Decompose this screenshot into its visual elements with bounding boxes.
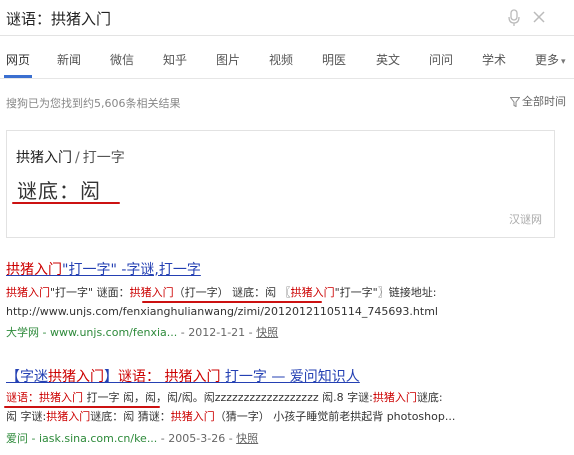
filter-icon [509,97,521,108]
tab-more[interactable]: 更多 ▾ [535,51,566,68]
time-filter-label: 全部时间 [522,95,566,108]
tab-web[interactable]: 网页 [6,51,30,68]
snippet-text: （打一字） 谜底：闳 〖 [173,286,291,299]
result-site: 大学网 - www.unjs.com/fenxia... [6,326,178,339]
snippet-highlight: 拱猪入门 [46,410,91,423]
tab-zhihu[interactable]: 知乎 [163,51,187,68]
snippet-highlight: 拱猪入门 [170,410,215,423]
snippet-highlight: 拱猪入门 [129,286,174,299]
result-title-2[interactable]: 【字迷拱猪入门】谜语： 拱猪入门 打一字 — 爱问知识人 [6,366,360,386]
snippet-text: "打一字" 谜面： [50,286,130,299]
result-url-1[interactable]: 大学网 - www.unjs.com/fenxia... - 2012-1-21… [6,324,278,340]
result-snippet-2: 谜语：拱猪入门 打一字 闳，闳，闳/闳。闳zzzzzzzzzzzzzzzzzz … [6,389,443,407]
result-date: - 2005-3-26 - [157,432,237,445]
microphone-icon[interactable] [507,9,521,27]
result-date: - 2012-1-21 - [177,326,257,339]
snapshot-link[interactable]: 快照 [236,432,258,445]
tab-more-label: 更多 [535,53,560,67]
close-icon[interactable] [531,9,547,25]
snippet-highlight: 拱猪入门 [372,391,417,404]
tab-english[interactable]: 英文 [376,51,400,68]
snippet-highlight: 拱猪入门 [39,391,83,404]
snippet-text: 闳 字谜: [6,410,47,423]
time-filter[interactable]: 全部时间 [509,93,566,109]
snippet-highlight: 拱猪入门 [290,286,335,299]
result-snippet-1: 拱猪入门"打一字" 谜面：拱猪入门（打一字） 谜底：闳 〖拱猪入门"打一字"〗链… [6,284,436,302]
tab-news[interactable]: 新闻 [57,51,81,68]
result-count: 搜狗已为您找到约5,606条相关结果 [6,97,181,110]
riddle-text: 拱猪入门 [16,150,72,166]
tab-video[interactable]: 视频 [269,51,293,68]
snippet-highlight: 谜语： [6,391,39,404]
riddle-answer: 谜底：闳 [17,179,101,203]
tab-academic[interactable]: 学术 [482,51,506,68]
search-input[interactable]: 谜语：拱猪入门 [6,8,111,29]
result-snippet-2b: 闳 字谜:拱猪入门谜底：闳 猜谜：拱猪入门（猜一字） 小孩子睡觉前老拱起背 ph… [6,408,455,426]
snippet-text: "打一字"〗链接地址: [334,286,437,299]
result-site: 爱问 - iask.sina.com.cn/ke... [6,432,158,445]
title-highlight: 拱猪入门 [6,262,62,278]
snippet-text: 谜底：闳 猜谜： [90,410,171,423]
tab-images[interactable]: 图片 [216,51,240,68]
result-snippet-1b: http://www.unjs.com/fenxianghulianwang/z… [6,305,438,318]
result-url-2[interactable]: 爱问 - iask.sina.com.cn/ke... - 2005-3-26 … [6,430,258,446]
search-tabs: 网页 新闻 微信 知乎 图片 视频 明医 英文 问问 学术 更多 ▾ [0,37,574,79]
tab-wenwen[interactable]: 问问 [429,51,453,68]
result-title-1[interactable]: 拱猪入门"打一字" -字谜,打一字 [6,259,201,279]
title-highlight: 谜语： 拱猪入门 [118,369,221,385]
snippet-text: （猜一字） 小孩子睡觉前老拱起背 photoshop... [214,410,456,423]
snippet-highlight: 拱猪入门 [6,286,50,299]
title-text: 【字迷 [6,369,48,385]
card-source[interactable]: 汉谜网 [509,211,542,227]
riddle-answer-card: 拱猪入门 / 打一字 谜底：闳 汉谜网 [6,130,555,238]
search-bar[interactable]: 谜语：拱猪入门 [0,0,574,36]
tab-medical[interactable]: 明医 [322,51,346,68]
snippet-text: 打一字 闳，闳，闳/闳。闳zzzzzzzzzzzzzzzzzz 闳.8 字谜: [83,391,373,404]
tab-wechat[interactable]: 微信 [110,51,134,68]
title-text: 】 [104,369,118,385]
snapshot-link[interactable]: 快照 [256,326,278,339]
riddle-question: 拱猪入门 / 打一字 [16,147,125,167]
snippet-text: 谜底: [416,391,443,404]
title-text: 打一字 — 爱问知识人 [220,369,360,385]
title-text: "打一字" -字谜,打一字 [62,262,201,278]
chevron-down-icon: ▾ [561,57,566,67]
red-marker-underline [12,202,120,204]
title-highlight: 拱猪入门 [48,369,104,385]
riddle-hint: 打一字 [82,150,125,166]
active-tab-indicator [4,75,32,78]
riddle-separator: / [75,150,80,166]
